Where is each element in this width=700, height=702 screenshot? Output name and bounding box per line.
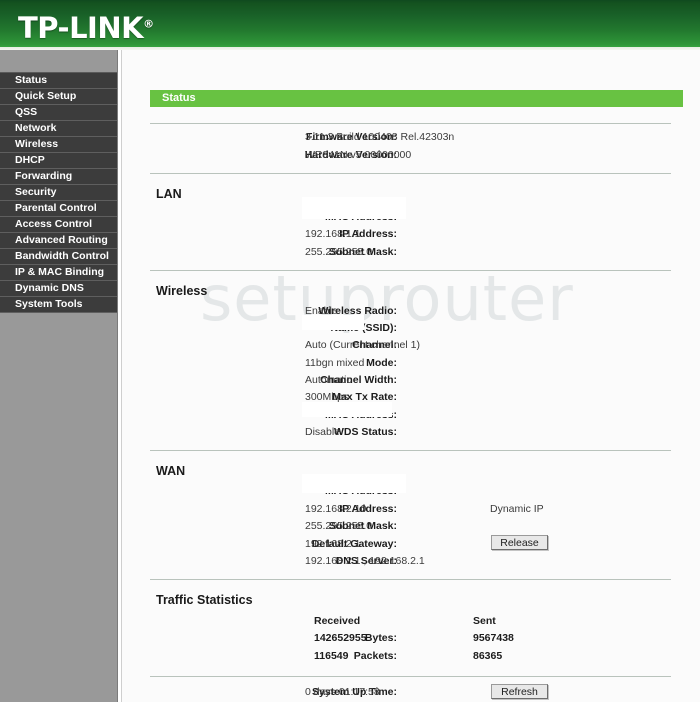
content-area: setuprouter Status Firmware Version: 3.1… (121, 50, 700, 702)
sidebar-item-status[interactable]: Status (0, 73, 117, 89)
section-title-wan: WAN (156, 464, 186, 478)
sidebar-item-wireless[interactable]: Wireless (0, 137, 117, 153)
traffic-bytes-received: 142652955 (314, 632, 367, 644)
brand-text: TP-LINK (18, 11, 144, 45)
traffic-packets-received: 116549 (314, 650, 349, 662)
page-header: TP-LINK® (0, 0, 700, 50)
sidebar: Status Quick Setup QSS Network Wireless … (0, 50, 118, 702)
wan-connection-type: Dynamic IP (490, 503, 544, 515)
sidebar-item-security[interactable]: Security (0, 185, 117, 201)
divider-lan (150, 173, 671, 174)
page-title: Status (150, 90, 683, 107)
traffic-col-received: Received (314, 615, 361, 627)
lan-subnet-value: 255.255.255.0 (305, 246, 373, 258)
traffic-col-sent: Sent (473, 615, 496, 627)
wireless-ssid-redacted (302, 315, 364, 330)
traffic-bytes-label: Bytes: (364, 632, 397, 644)
divider-traffic (150, 579, 671, 580)
divider-footer (150, 676, 671, 677)
sidebar-item-system-tools[interactable]: System Tools (0, 297, 117, 313)
section-title-traffic: Traffic Statistics (156, 593, 253, 607)
wireless-channel-width-value: Automatic (305, 374, 352, 386)
sidebar-item-bandwidth-control[interactable]: Bandwidth Control (0, 249, 117, 265)
wan-ip-value: 192.168.2.10 (305, 503, 367, 515)
sidebar-item-dhcp[interactable]: DHCP (0, 153, 117, 169)
traffic-packets-label: Packets: (353, 650, 397, 662)
traffic-bytes-sent: 9567438 (473, 632, 514, 644)
section-title-lan: LAN (156, 187, 182, 201)
sidebar-item-access-control[interactable]: Access Control (0, 217, 117, 233)
firmware-version-value: 3.11.3 Build 100408 Rel.42303n (305, 131, 455, 143)
wireless-mac-redacted (302, 402, 392, 417)
wan-gateway-value: 192.168.2.1 (305, 538, 361, 550)
wireless-channel-value: Auto (Current channel 1) (305, 339, 420, 351)
sidebar-item-advanced-routing[interactable]: Advanced Routing (0, 233, 117, 249)
wireless-mode-value: 11bgn mixed (305, 357, 365, 369)
sidebar-item-dynamic-dns[interactable]: Dynamic DNS (0, 281, 117, 297)
divider-wan (150, 450, 671, 451)
sidebar-item-qss[interactable]: QSS (0, 105, 117, 121)
sidebar-item-forwarding[interactable]: Forwarding (0, 169, 117, 185)
wan-mac-redacted (302, 474, 406, 493)
wan-dns-value: 192.168.2.1 , 192.168.2.1 (305, 555, 425, 567)
registered-mark: ® (143, 17, 154, 31)
traffic-packets-sent: 86365 (473, 650, 503, 662)
release-button[interactable]: Release (491, 535, 548, 550)
hardware-version-value: WR841N v5 00000000 (305, 149, 412, 161)
refresh-button[interactable]: Refresh (491, 684, 548, 699)
lan-mac-redacted (302, 197, 406, 219)
sidebar-menu: Status Quick Setup QSS Network Wireless … (0, 72, 117, 313)
wan-subnet-value: 255.255.255.0 (305, 520, 373, 532)
sidebar-item-quick-setup[interactable]: Quick Setup (0, 89, 117, 105)
section-title-wireless: Wireless (156, 284, 208, 298)
divider-wireless (150, 270, 671, 271)
divider-top (150, 123, 671, 124)
sidebar-item-network[interactable]: Network (0, 121, 117, 137)
wireless-wds-value: Disable (305, 426, 341, 438)
system-uptime-value: 0 days 01:17:58 (305, 686, 380, 698)
lan-ip-value: 192.168.1.1 (305, 228, 361, 240)
sidebar-item-ip-mac-binding[interactable]: IP & MAC Binding (0, 265, 117, 281)
sidebar-item-parental-control[interactable]: Parental Control (0, 201, 117, 217)
tp-link-logo: TP-LINK® (18, 14, 154, 43)
